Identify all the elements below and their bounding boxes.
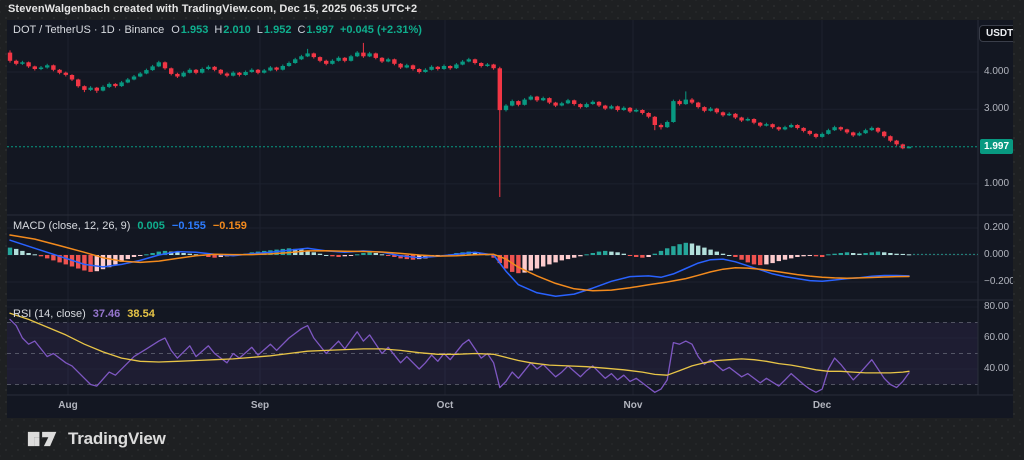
tradingview-logo-icon bbox=[27, 431, 57, 447]
time-tick-label: Dec bbox=[812, 400, 832, 411]
macd-line bbox=[9, 239, 910, 297]
price-tick-label: 4.000 bbox=[984, 66, 1010, 77]
price-tick-label: 1.000 bbox=[984, 177, 1010, 189]
macd-tick-label: −0.200 bbox=[984, 276, 1013, 287]
chart-canvas[interactable] bbox=[7, 20, 1013, 418]
time-tick-label: Nov bbox=[623, 400, 643, 411]
rsi-tick-label: 60.00 bbox=[984, 332, 1010, 343]
currency-axis-button[interactable]: USDT bbox=[979, 25, 1013, 42]
rsi-tick-label: 40.00 bbox=[984, 363, 1010, 374]
macd-tick-label: 0.200 bbox=[984, 222, 1010, 233]
tradingview-brand: TradingView bbox=[68, 429, 166, 448]
rsi-tick-label: 80.00 bbox=[984, 301, 1010, 312]
footer-bar: TradingView bbox=[0, 418, 1024, 460]
rsi-band bbox=[7, 322, 978, 385]
time-tick-label: Sep bbox=[250, 400, 270, 411]
time-tick-label: Aug bbox=[58, 400, 78, 411]
macd-lines bbox=[9, 234, 910, 297]
candles-layer bbox=[7, 42, 978, 197]
last-price-badge: 1.997 bbox=[980, 139, 1013, 154]
macd-tick-label: 0.000 bbox=[984, 249, 1010, 260]
attribution-text: StevenWalgenbach created with TradingVie… bbox=[8, 3, 418, 15]
chart-container: DOT / TetherUS · 1D · Binance O 1.953 H 2.… bbox=[7, 20, 1013, 418]
macd-histogram bbox=[7, 242, 978, 274]
price-tick-label: 3.000 bbox=[984, 103, 1010, 115]
time-tick-label: Oct bbox=[436, 400, 454, 411]
